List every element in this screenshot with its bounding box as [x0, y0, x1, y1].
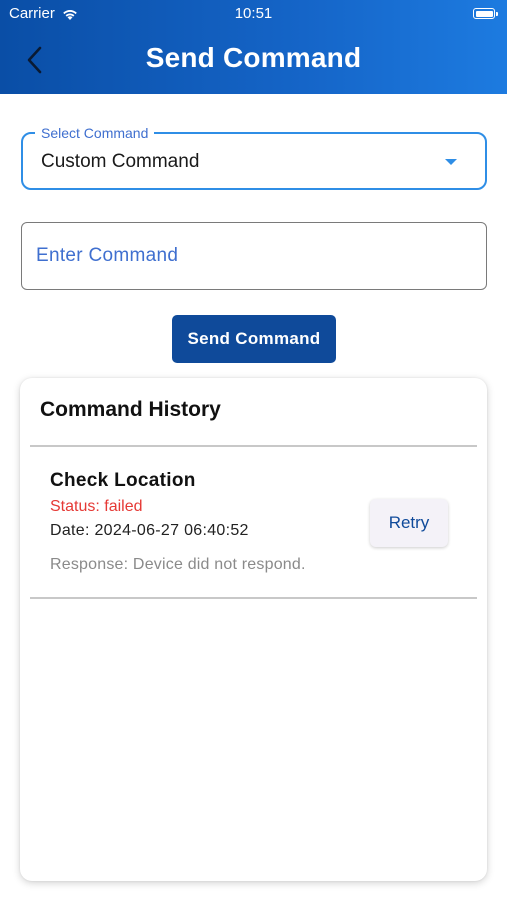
history-item-date: Date: 2024-06-27 06:40:52 — [50, 522, 249, 539]
command-select[interactable]: Select Command Custom Command — [21, 124, 487, 190]
history-item-status: Status: failed — [50, 498, 143, 515]
send-command-button[interactable]: Send Command — [172, 315, 336, 363]
history-item-response: Response: Device did not respond. — [50, 556, 306, 573]
command-history-title: Command History — [40, 398, 221, 421]
status-bar: Carrier 10:51 — [0, 0, 507, 28]
retry-button[interactable]: Retry — [370, 499, 448, 547]
command-input[interactable] — [21, 222, 487, 290]
select-command-value: Custom Command — [41, 151, 200, 172]
dropdown-arrow-icon — [445, 159, 457, 165]
divider — [30, 597, 477, 599]
divider — [30, 445, 477, 447]
history-item-title: Check Location — [50, 470, 196, 491]
app-header: Carrier 10:51 Send Command — [0, 0, 507, 94]
status-time: 10:51 — [234, 5, 273, 22]
command-history-card: Command History Check Location Status: f… — [20, 378, 487, 881]
page-title: Send Command — [145, 42, 362, 73]
battery-icon — [473, 8, 498, 19]
select-command-label: Select Command — [35, 124, 155, 142]
